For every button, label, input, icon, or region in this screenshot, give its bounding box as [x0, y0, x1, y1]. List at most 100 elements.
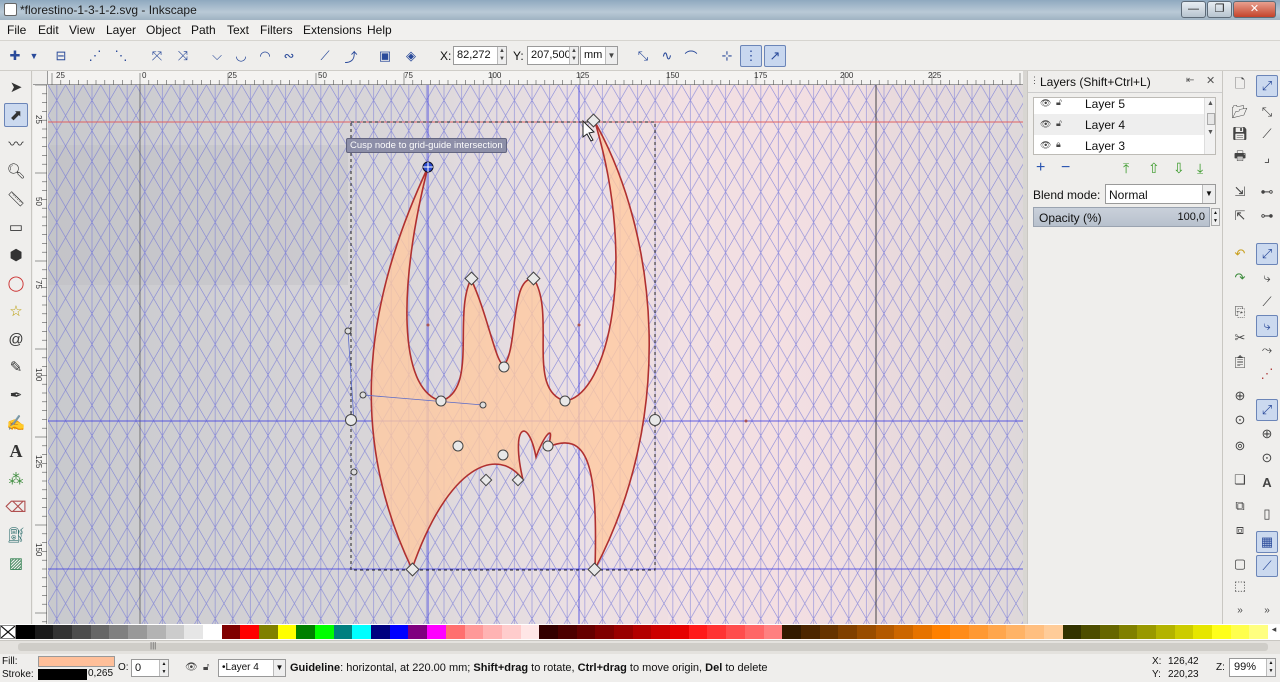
palette-swatch[interactable]: [931, 625, 951, 639]
export-icon[interactable]: ⇱: [1229, 205, 1251, 227]
palette-swatch[interactable]: [894, 625, 913, 639]
palette-swatch[interactable]: [950, 625, 970, 639]
node-smooth-icon[interactable]: ◡: [230, 45, 252, 67]
menu-file[interactable]: File: [7, 23, 26, 37]
palette-swatch[interactable]: [1212, 625, 1231, 639]
node-handle[interactable]: [359, 391, 367, 399]
palette-swatch[interactable]: [800, 625, 820, 639]
palette-swatch[interactable]: [296, 625, 315, 639]
palette-swatch[interactable]: [333, 625, 353, 639]
palette-swatch[interactable]: [520, 625, 540, 639]
lower-layer-icon[interactable]: ⇩: [1173, 160, 1185, 177]
measure-tool-icon[interactable]: 📏︎: [4, 187, 28, 211]
opacity-slider[interactable]: Opacity (%) 100,0: [1033, 207, 1210, 227]
tweak-tool-icon[interactable]: 〰: [4, 131, 28, 155]
palette-swatch[interactable]: [1025, 625, 1044, 639]
menu-view[interactable]: View: [69, 23, 95, 37]
palette-swatch[interactable]: [202, 625, 222, 639]
snap-guides-icon[interactable]: ⟋: [1256, 555, 1278, 577]
spiral-tool-icon[interactable]: @: [4, 327, 28, 351]
print-icon[interactable]: 🖶: [1229, 147, 1251, 169]
path-node[interactable]: [435, 395, 447, 407]
next-path-effect-icon[interactable]: ∿: [656, 45, 678, 67]
more-commands-icon[interactable]: »: [1229, 599, 1251, 621]
palette-swatch[interactable]: [651, 625, 671, 639]
selector-tool-icon[interactable]: ➤: [4, 75, 28, 99]
vertical-ruler[interactable]: 25 50 75 100 125 150: [33, 85, 47, 624]
palette-swatch[interactable]: [483, 625, 502, 639]
horizontal-ruler[interactable]: 25 0 25 50 75 100 125 150 175 200 225: [48, 71, 1023, 85]
zoom-drawing-icon[interactable]: ⊙: [1229, 409, 1251, 431]
opacity-input[interactable]: 0 ▲ ▼: [131, 659, 169, 677]
lock-icon[interactable]: 🔓︎: [1056, 98, 1062, 108]
more-snap-options-icon[interactable]: »: [1256, 599, 1278, 621]
palette-swatch[interactable]: [1193, 625, 1212, 639]
insert-node-dropdown-icon[interactable]: ▼: [27, 45, 41, 67]
unit-select[interactable]: mm ▼: [580, 46, 618, 65]
palette-swatch[interactable]: [1155, 625, 1175, 639]
show-handles-icon[interactable]: ⊹: [716, 45, 738, 67]
snap-intersections-icon[interactable]: ⟋: [1256, 291, 1278, 313]
palette-swatch[interactable]: [277, 625, 297, 639]
menu-object[interactable]: Object: [146, 23, 181, 37]
snap-midpoints-icon[interactable]: ⋰: [1256, 363, 1278, 385]
palette-swatch[interactable]: [969, 625, 988, 639]
paint-bucket-tool-icon[interactable]: ⛽︎: [4, 523, 28, 547]
palette-swatch[interactable]: [146, 625, 166, 639]
node-handle[interactable]: [479, 401, 487, 409]
palette-swatch[interactable]: [109, 625, 129, 639]
delete-segment-icon[interactable]: ⤨: [172, 45, 194, 67]
palette-swatch[interactable]: [90, 625, 110, 639]
palette-swatch[interactable]: [128, 625, 147, 639]
y-coordinate-input[interactable]: 207,500 ▲ ▼: [527, 46, 579, 65]
rectangle-tool-icon[interactable]: ▭: [4, 215, 28, 239]
zoom-tool-icon[interactable]: 🔍︎: [4, 159, 28, 183]
palette-swatch[interactable]: [819, 625, 839, 639]
palette-swatch[interactable]: [614, 625, 633, 639]
snap-bbox-icon[interactable]: ⤡: [1256, 101, 1278, 123]
palette-swatch[interactable]: [371, 625, 390, 639]
break-path-icon[interactable]: ⋱: [110, 45, 132, 67]
raise-layer-icon[interactable]: ⇧: [1148, 160, 1160, 177]
snap-bbox-corner-icon[interactable]: ⌟: [1256, 147, 1278, 169]
horizontal-scrollbar[interactable]: |||: [0, 640, 1280, 654]
path-node[interactable]: [498, 361, 510, 373]
calligraphy-tool-icon[interactable]: ✍: [4, 411, 28, 435]
delete-node-icon[interactable]: ⊟: [50, 45, 72, 67]
palette-swatch[interactable]: [501, 625, 521, 639]
palette-swatch[interactable]: [576, 625, 596, 639]
remove-layer-icon[interactable]: −: [1061, 159, 1070, 177]
redo-icon[interactable]: ↷: [1229, 267, 1251, 289]
menu-extensions[interactable]: Extensions: [303, 23, 362, 37]
menu-text[interactable]: Text: [227, 23, 249, 37]
lock-icon[interactable]: 🔓︎: [1056, 118, 1062, 129]
palette-swatch[interactable]: [1174, 625, 1194, 639]
copy-icon[interactable]: ⎘: [1229, 301, 1251, 323]
blend-mode-select[interactable]: Normal ▼: [1105, 184, 1216, 204]
palette-swatch[interactable]: [184, 625, 203, 639]
panel-iconify-icon[interactable]: ⇤: [1186, 75, 1194, 86]
palette-swatch[interactable]: [632, 625, 652, 639]
show-path-outline-icon[interactable]: ↗: [764, 45, 786, 67]
cut-icon[interactable]: ✂: [1229, 327, 1251, 349]
zoom-selection-icon[interactable]: ⊕: [1229, 385, 1251, 407]
snap-bbox-midpoint-icon[interactable]: ⊷: [1256, 181, 1278, 203]
pen-tool-icon[interactable]: ✒: [4, 383, 28, 407]
stroke-to-path-icon[interactable]: ◈: [400, 45, 422, 67]
palette-swatch[interactable]: [1118, 625, 1138, 639]
menu-filters[interactable]: Filters: [260, 23, 293, 37]
snap-enable-icon[interactable]: ⤢: [1256, 75, 1278, 97]
3d-box-tool-icon[interactable]: ⬢: [4, 243, 28, 267]
node-handle[interactable]: [350, 468, 358, 476]
join-nodes-icon[interactable]: ⋰: [84, 45, 106, 67]
palette-swatch[interactable]: [875, 625, 895, 639]
zoom-page-icon[interactable]: ⊚: [1229, 435, 1251, 457]
path-node[interactable]: [559, 395, 571, 407]
show-outline-icon[interactable]: ⋮: [740, 45, 762, 67]
palette-swatch[interactable]: [315, 625, 334, 639]
zoom-input[interactable]: 99% ▲ ▼: [1229, 658, 1276, 677]
group-icon[interactable]: ▢: [1229, 553, 1251, 575]
palette-swatch[interactable]: [688, 625, 708, 639]
palette-swatch[interactable]: [1043, 625, 1063, 639]
palette-swatch[interactable]: [913, 625, 932, 639]
